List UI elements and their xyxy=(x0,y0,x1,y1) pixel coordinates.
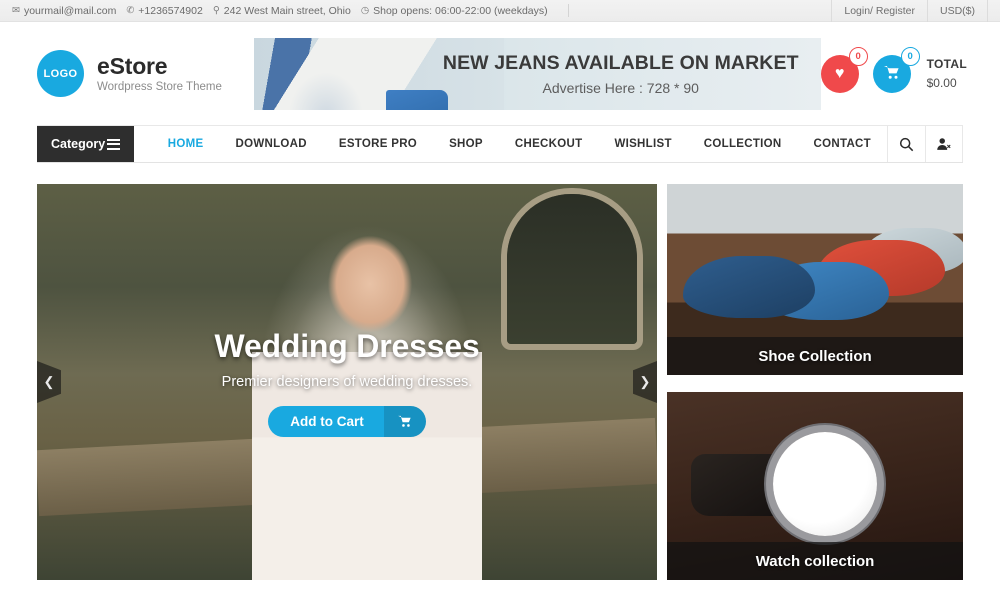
brand-text: eStore Wordpress Store Theme xyxy=(97,54,222,93)
wishlist-count-badge: 0 xyxy=(848,46,868,66)
cart-button[interactable]: 0 xyxy=(872,46,920,93)
advertisement-text: NEW JEANS AVAILABLE ON MARKET Advertise … xyxy=(443,52,821,96)
shoe-collection-card[interactable]: Shoe Collection xyxy=(667,184,963,375)
advertisement-title: NEW JEANS AVAILABLE ON MARKET xyxy=(442,51,799,74)
shop-hours-text: Shop opens: 06:00-22:00 (weekdays) xyxy=(373,4,548,17)
phone-icon: ✆ xyxy=(126,5,135,16)
hero-slide-content: Wedding Dresses Premier designers of wed… xyxy=(37,184,657,580)
shoe-collection-caption: Shoe Collection xyxy=(667,337,963,375)
user-logout-icon[interactable] xyxy=(925,126,963,162)
hero-slider[interactable]: Wedding Dresses Premier designers of wed… xyxy=(37,184,657,580)
add-to-cart-label: Add to Cart xyxy=(268,405,384,437)
nav-item-home[interactable]: HOME xyxy=(152,138,220,150)
search-icon[interactable] xyxy=(887,126,925,162)
nav-item-checkout[interactable]: CHECKOUT xyxy=(499,138,599,150)
add-to-cart-cart-icon xyxy=(383,405,426,437)
chevron-right-icon: ❯ xyxy=(639,374,651,389)
shop-hours: ◷ Shop opens: 06:00-22:00 (weekdays) xyxy=(361,5,548,17)
advertisement-banner[interactable]: NEW JEANS AVAILABLE ON MARKET Advertise … xyxy=(253,37,821,110)
hamburger-icon xyxy=(106,138,120,150)
heart-icon: ♥ xyxy=(834,64,845,82)
site-header: LOGO eStore Wordpress Store Theme NEW JE… xyxy=(0,22,1000,125)
collection-cards: Shoe Collection Watch collection xyxy=(667,184,963,580)
nav-item-estore-pro[interactable]: ESTORE PRO xyxy=(323,138,433,150)
nav-item-download[interactable]: DOWNLOAD xyxy=(219,138,322,150)
contact-address-text: 242 West Main street, Ohio xyxy=(223,4,351,17)
watch-dial xyxy=(773,432,877,536)
top-bar-separator-right xyxy=(987,0,988,22)
header-actions: ♥ 0 0 TOTAL $0.00 xyxy=(820,46,967,93)
contact-email[interactable]: ✉ yourmail@mail.com xyxy=(12,5,116,17)
category-menu-label: Category xyxy=(51,137,106,151)
navigation-wrapper: Category HOME DOWNLOAD ESTORE PRO SHOP C… xyxy=(0,125,1000,163)
contact-phone-text: +1236574902 xyxy=(138,4,203,17)
logo-badge: LOGO xyxy=(37,50,84,97)
cart-total-label: TOTAL xyxy=(926,57,967,71)
cart-count-badge: 0 xyxy=(900,46,920,66)
contact-phone[interactable]: ✆ +1236574902 xyxy=(126,5,203,17)
cart-total-amount: $0.00 xyxy=(926,76,957,90)
watch-collection-caption: Watch collection xyxy=(667,542,963,580)
hero-subtitle: Premier designers of wedding dresses. xyxy=(221,373,473,390)
wishlist-button[interactable]: ♥ 0 xyxy=(820,46,868,93)
mail-icon: ✉ xyxy=(12,5,20,16)
watch-strap xyxy=(691,454,785,516)
main-content: Wedding Dresses Premier designers of wed… xyxy=(0,163,1000,580)
category-menu-button[interactable]: Category xyxy=(37,126,134,162)
main-navigation: Category HOME DOWNLOAD ESTORE PRO SHOP C… xyxy=(37,125,963,163)
nav-item-collection[interactable]: COLLECTION xyxy=(688,138,798,150)
nav-item-wishlist[interactable]: WISHLIST xyxy=(598,138,687,150)
brand-tagline: Wordpress Store Theme xyxy=(97,81,222,94)
contact-email-text: yourmail@mail.com xyxy=(23,4,117,17)
currency-selector[interactable]: USD($) xyxy=(928,5,987,17)
cart-total: TOTAL $0.00 xyxy=(927,57,967,90)
cart-icon xyxy=(883,65,900,83)
shoe-darkblue xyxy=(683,256,815,318)
advertisement-subtitle: Advertise Here : 728 * 90 xyxy=(542,79,699,96)
top-bar-divider xyxy=(567,4,569,17)
top-bar-account-area: Login/ Register USD($) xyxy=(831,0,988,22)
brand-name: eStore xyxy=(97,52,168,79)
hero-title: Wedding Dresses xyxy=(214,327,480,364)
nav-item-shop[interactable]: SHOP xyxy=(433,138,499,150)
location-pin-icon: ⚲ xyxy=(212,5,220,16)
nav-links: HOME DOWNLOAD ESTORE PRO SHOP CHECKOUT W… xyxy=(134,126,887,162)
nav-icons xyxy=(887,126,963,162)
add-to-cart-button[interactable]: Add to Cart xyxy=(268,405,426,437)
watch-collection-card[interactable]: Watch collection xyxy=(667,392,963,580)
clock-icon: ◷ xyxy=(360,5,370,16)
top-bar-contact-info: ✉ yourmail@mail.com ✆ +1236574902 ⚲ 242 … xyxy=(12,4,831,17)
login-register-link[interactable]: Login/ Register xyxy=(832,5,927,17)
chevron-left-icon: ❮ xyxy=(43,374,55,389)
nav-item-contact[interactable]: CONTACT xyxy=(798,138,887,150)
brand-logo[interactable]: LOGO eStore Wordpress Store Theme xyxy=(37,50,246,97)
top-bar: ✉ yourmail@mail.com ✆ +1236574902 ⚲ 242 … xyxy=(0,0,1000,22)
contact-address: ⚲ 242 West Main street, Ohio xyxy=(213,5,351,17)
